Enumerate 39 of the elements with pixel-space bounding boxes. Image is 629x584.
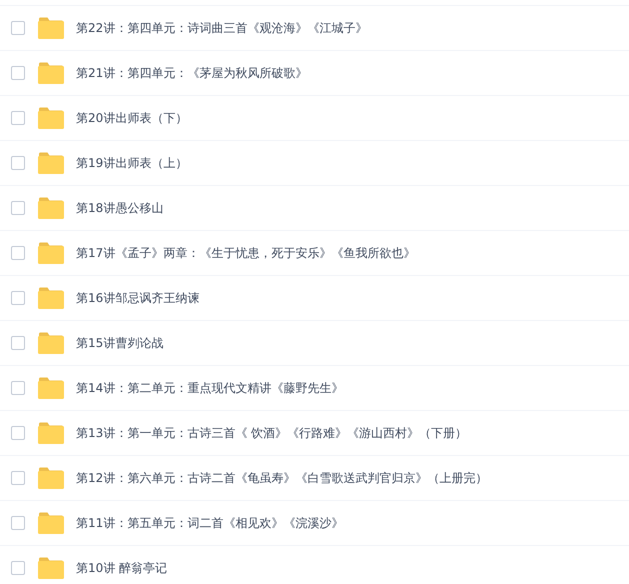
folder-name[interactable]: 第15讲曹刿论战 — [76, 334, 164, 352]
folder-icon — [38, 512, 64, 534]
folder-icon — [38, 242, 64, 264]
folder-name[interactable]: 第21讲：第四单元：《茅屋为秋风所破歌》 — [76, 64, 308, 82]
checkbox[interactable] — [11, 561, 25, 575]
folder-icon — [38, 557, 64, 579]
folder-icon — [38, 377, 64, 399]
folder-icon — [38, 107, 64, 129]
folder-name[interactable]: 第13讲：第一单元：古诗三首《 饮酒》《行路难》《游山西村》（下册） — [76, 424, 468, 442]
checkbox[interactable] — [11, 471, 25, 485]
checkbox[interactable] — [11, 516, 25, 530]
folder-name[interactable]: 第18讲愚公移山 — [76, 200, 164, 216]
checkbox[interactable] — [11, 246, 25, 260]
checkbox[interactable] — [11, 111, 25, 125]
folder-icon — [38, 422, 64, 444]
checkbox[interactable] — [11, 66, 25, 80]
folder-name[interactable]: 第16讲邹忌讽齐王纳谏 — [76, 290, 200, 306]
folder-name[interactable]: 第17讲《孟子》两章：《生于忧患，死于安乐》《鱼我所欲也》 — [76, 244, 416, 262]
folder-icon — [38, 62, 64, 84]
folder-icon — [38, 197, 64, 219]
checkbox[interactable] — [11, 381, 25, 395]
folder-icon — [38, 152, 64, 174]
folder-name[interactable]: 第19讲出师表（上） — [76, 154, 188, 172]
folder-name[interactable]: 第20讲出师表（下） — [76, 110, 188, 126]
checkbox[interactable] — [11, 201, 25, 215]
folder-icon — [38, 287, 64, 309]
folder-icon — [38, 332, 64, 354]
checkbox[interactable] — [11, 156, 25, 170]
folder-icon — [38, 17, 64, 39]
checkbox[interactable] — [11, 426, 25, 440]
checkbox[interactable] — [11, 291, 25, 305]
folder-name[interactable]: 第14讲：第二单元：重点现代文精讲《藤野先生》 — [76, 380, 344, 396]
folder-icon — [38, 467, 64, 489]
folder-name[interactable]: 第22讲：第四单元：诗词曲三首《观沧海》《江城子》 — [76, 20, 368, 36]
checkbox[interactable] — [11, 336, 25, 350]
checkbox[interactable] — [11, 21, 25, 35]
folder-name[interactable]: 第12讲：第六单元：古诗二首《龟虽寿》《白雪歌送武判官归京》（上册完） — [76, 470, 488, 486]
folder-name[interactable]: 第11讲：第五单元：词二首《相见欢》《浣溪沙》 — [76, 514, 344, 532]
folder-name[interactable]: 第10讲 醉翁亭记 — [76, 560, 168, 576]
